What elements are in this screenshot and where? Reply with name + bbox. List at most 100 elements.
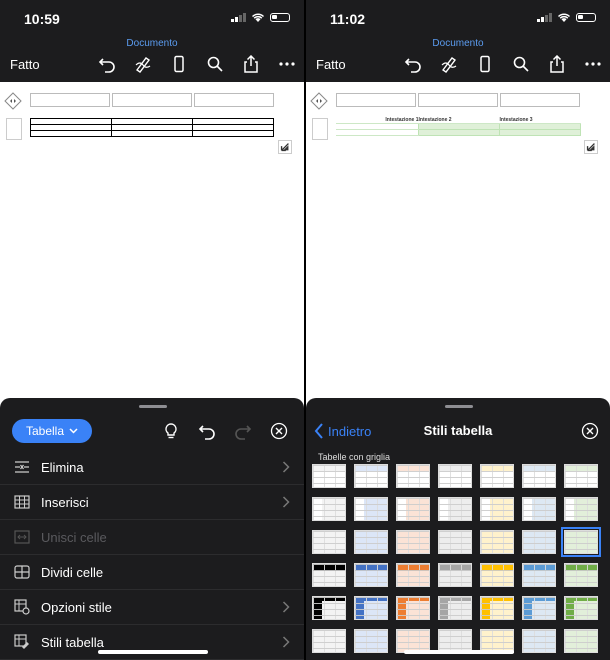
more-icon[interactable] [276,54,298,74]
document-table[interactable] [30,118,274,137]
search-icon[interactable] [510,54,532,74]
table-style-swatch[interactable] [480,464,514,488]
table-style-swatch[interactable] [522,596,556,620]
tabella-tab-label: Tabella [25,424,65,438]
table-style-swatch[interactable] [480,497,514,521]
row-selector[interactable] [312,118,328,140]
table-move-icon[interactable] [4,92,22,110]
table-style-swatch[interactable] [354,464,388,488]
table-style-swatch[interactable] [396,563,430,587]
table-style-swatch[interactable] [564,596,598,620]
document-title: Documento [432,38,484,49]
battery-icon [576,13,596,22]
undo-icon[interactable] [198,422,216,440]
draw-pen-icon[interactable] [438,54,460,74]
table-style-swatch[interactable] [354,530,388,554]
undo-icon[interactable] [402,54,424,74]
status-icons [537,12,596,22]
close-icon[interactable] [581,422,599,440]
table-style-swatch[interactable] [522,530,556,554]
table-styles-icon [14,634,29,649]
table-style-swatch[interactable] [354,596,388,620]
panel-grabber[interactable] [139,405,167,408]
table-style-swatch[interactable] [312,596,346,620]
chevron-right-icon [282,496,290,508]
more-icon[interactable] [582,54,604,74]
chevron-right-icon [282,601,290,613]
document-table-styled[interactable]: Intestazione 1 Intestazione 2 Intestazio… [336,118,581,136]
table-style-swatch[interactable] [480,563,514,587]
table-style-swatch[interactable] [312,629,346,653]
tabella-tab-button[interactable]: Tabella [12,419,92,443]
table-style-swatch[interactable] [564,464,598,488]
table-style-swatch[interactable] [312,530,346,554]
table-style-grid [312,464,601,653]
panel-grabber[interactable] [445,405,473,408]
screens: 10:59 Documento Fatto Tabella Elimina In… [0,0,610,660]
table-style-swatch[interactable] [480,530,514,554]
column-selectors[interactable] [336,93,582,107]
table-style-swatch[interactable] [522,563,556,587]
done-button[interactable]: Fatto [316,57,346,72]
mobile-view-icon[interactable] [168,54,190,74]
table-style-swatch[interactable] [396,596,430,620]
mobile-view-icon[interactable] [474,54,496,74]
table-style-swatch[interactable] [312,563,346,587]
lightbulb-icon[interactable] [162,422,180,440]
column-selectors[interactable] [30,93,276,107]
menu-item-label: Dividi celle [41,564,104,580]
table-style-swatch[interactable] [522,629,556,653]
table-style-swatch[interactable] [480,596,514,620]
table-style-swatch[interactable] [396,497,430,521]
menu-item-stili-tabella[interactable]: Stili tabella [0,625,304,660]
table-style-swatch[interactable] [522,464,556,488]
row-selector[interactable] [6,118,22,140]
table-style-swatch[interactable] [312,497,346,521]
menu-item-elimina[interactable]: Elimina [0,450,304,485]
menu-item-label: Unisci celle [41,529,107,545]
toolbar [402,54,604,74]
table-style-swatch[interactable] [396,464,430,488]
panel-title: Stili tabella [423,423,493,438]
table-style-swatch[interactable] [354,497,388,521]
search-icon[interactable] [204,54,226,74]
table-style-swatch[interactable] [438,497,472,521]
table-style-swatch[interactable] [438,563,472,587]
draw-pen-icon[interactable] [132,54,154,74]
table-style-swatch[interactable] [564,629,598,653]
table-style-swatch[interactable] [354,563,388,587]
document-canvas[interactable] [0,82,304,400]
chevron-down-icon [69,428,78,434]
chevron-right-icon [282,461,290,473]
done-button[interactable]: Fatto [10,57,40,72]
screen-table-styles: 11:02 Documento Fatto Intestazione 1 Int… [306,0,610,660]
home-indicator [404,650,514,654]
toolbar [96,54,298,74]
table-style-swatch[interactable] [354,629,388,653]
table-style-swatch[interactable] [312,464,346,488]
merge-cells-icon [14,530,30,544]
table-style-swatch[interactable] [561,527,601,557]
table-style-swatch[interactable] [564,563,598,587]
home-indicator [98,650,208,654]
signal-icon [537,12,552,22]
document-canvas[interactable]: Intestazione 1 Intestazione 2 Intestazio… [306,82,610,400]
screen-table-menu: 10:59 Documento Fatto Tabella Elimina In… [0,0,304,660]
table-style-swatch[interactable] [522,497,556,521]
table-style-swatch[interactable] [438,596,472,620]
share-icon[interactable] [546,54,568,74]
undo-icon[interactable] [96,54,118,74]
table-style-swatch[interactable] [438,464,472,488]
table-move-icon[interactable] [310,92,328,110]
close-icon[interactable] [270,422,288,440]
table-style-swatch[interactable] [438,530,472,554]
table-resize-icon[interactable] [278,140,292,154]
menu-item-inserisci[interactable]: Inserisci [0,485,304,520]
share-icon[interactable] [240,54,262,74]
table-resize-icon[interactable] [584,140,598,154]
table-style-swatch[interactable] [564,497,598,521]
menu-item-opzioni-stile[interactable]: Opzioni stile [0,590,304,625]
document-title: Documento [126,38,178,49]
table-style-swatch[interactable] [396,530,430,554]
menu-item-dividi-celle[interactable]: Dividi celle [0,555,304,590]
